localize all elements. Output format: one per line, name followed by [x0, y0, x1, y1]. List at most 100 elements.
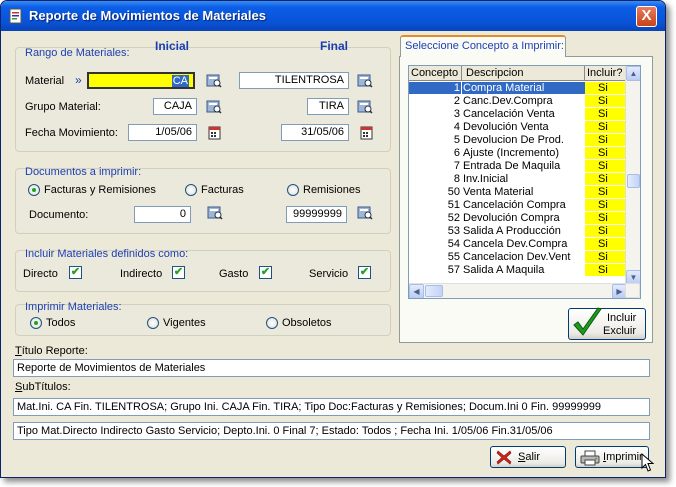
grupo-final-search-icon[interactable]: [357, 99, 373, 114]
table-row[interactable]: 8 Inv.Inicial Si: [409, 173, 627, 186]
title-bar[interactable]: Reporte de Movimientos de Materiales X: [1, 1, 665, 31]
imprimir-label-rest: mprimir: [606, 451, 643, 463]
radio-obsoletos[interactable]: [266, 317, 278, 329]
indirecto-checkbox[interactable]: ✔: [172, 266, 185, 279]
salir-button[interactable]: Salir: [490, 446, 566, 468]
documento-final-input[interactable]: 99999999: [286, 206, 347, 223]
grupo-inicial-search-icon[interactable]: [206, 99, 222, 114]
material-label: Material: [25, 75, 65, 87]
cell-incluir[interactable]: Si: [585, 160, 627, 172]
cell-descripcion: Devolución Venta: [463, 121, 549, 133]
material-arrow: »: [75, 73, 82, 87]
table-row[interactable]: 2 Canc.Dev.Compra Si: [409, 95, 627, 108]
close-button[interactable]: X: [636, 6, 657, 27]
cell-incluir[interactable]: Si: [585, 199, 627, 211]
imprimir-button[interactable]: Imprimir: [575, 446, 649, 468]
table-row[interactable]: 1 Compra Material Si: [409, 82, 627, 95]
table-row[interactable]: 3 Cancelación Venta Si: [409, 108, 627, 121]
gasto-checkbox[interactable]: ✔: [259, 266, 272, 279]
grupo-inicial-input[interactable]: CAJA: [153, 98, 197, 115]
fecha-inicial-input[interactable]: 1/05/06: [128, 124, 197, 141]
cell-concepto: 55: [447, 251, 460, 263]
fecha-label: Fecha Movimiento:: [25, 127, 118, 139]
imprimir-materiales-legend: Imprimir Materiales:: [25, 301, 122, 313]
cell-incluir[interactable]: Si: [585, 238, 627, 250]
fecha-final-calendar-icon[interactable]: [359, 125, 375, 140]
scroll-up-arrow-icon[interactable]: ▲: [626, 66, 640, 81]
radio-obsoletos-label: Obsoletos: [282, 317, 332, 329]
documento-label: Documento:: [29, 209, 89, 221]
table-row[interactable]: 6 Ajuste (Incremento) Si: [409, 147, 627, 160]
cell-incluir[interactable]: Si: [585, 134, 627, 146]
cell-incluir[interactable]: Si: [585, 121, 627, 133]
table-row[interactable]: 53 Salida A Producción Si: [409, 225, 627, 238]
cell-incluir[interactable]: Si: [585, 212, 627, 224]
grupo-final-input[interactable]: TIRA: [307, 98, 349, 115]
cell-incluir[interactable]: Si: [585, 264, 627, 276]
window-title: Reporte de Movimientos de Materiales: [29, 8, 266, 23]
material-final-input[interactable]: TILENTROSA: [239, 72, 349, 89]
incluir-excluir-button[interactable]: Incluir Excluir: [568, 307, 646, 340]
table-row[interactable]: 5 Devolucion De Prod. Si: [409, 134, 627, 147]
documento-inicial-input[interactable]: 0: [134, 206, 191, 223]
scroll-corner-down-icon: [625, 283, 640, 298]
radio-remisiones[interactable]: [287, 184, 299, 196]
cell-concepto: 2: [453, 95, 460, 107]
scroll-left-arrow-icon[interactable]: ◀: [409, 284, 424, 298]
grid-horizontal-scrollbar[interactable]: ◀ ▶: [409, 283, 627, 298]
cell-incluir[interactable]: Si: [585, 225, 627, 237]
col-descripcion-header[interactable]: Descripcion: [462, 66, 585, 81]
table-row[interactable]: 7 Entrada De Maquila Si: [409, 160, 627, 173]
cell-incluir[interactable]: Si: [585, 108, 627, 120]
material-inicial-search-icon[interactable]: [206, 73, 222, 88]
header-inicial: Inicial: [155, 39, 190, 53]
cell-concepto: 8: [453, 173, 460, 185]
concepto-grid[interactable]: Concepto Descripcion Incluir? 1 Compra Ma…: [408, 65, 641, 299]
titulo-label: Título Reporte:: [15, 345, 88, 357]
directo-label: Directo: [23, 268, 58, 280]
incluir-label: Incluir: [607, 312, 637, 324]
table-row[interactable]: 4 Devolución Venta Si: [409, 121, 627, 134]
directo-checkbox[interactable]: ✔: [69, 266, 82, 279]
horizontal-scroll-thumb[interactable]: [425, 285, 443, 297]
table-row[interactable]: 52 Devolución Compra Si: [409, 212, 627, 225]
radio-facturas[interactable]: [185, 184, 197, 196]
cell-incluir[interactable]: Si: [585, 95, 627, 107]
cell-concepto: 50: [447, 186, 460, 198]
titulo-input[interactable]: Reporte de Movimientos de Materiales: [13, 359, 650, 377]
material-final-search-icon[interactable]: [357, 73, 373, 88]
col-concepto-header[interactable]: Concepto: [409, 66, 462, 81]
header-final: Final: [320, 39, 349, 53]
subtitulos-label-rest: ubTítulos:: [22, 381, 71, 393]
table-row[interactable]: 55 Cancelacion Dev.Vent Si: [409, 251, 627, 264]
radio-todos[interactable]: [30, 317, 42, 329]
col-incluir-header[interactable]: Incluir?: [585, 66, 627, 81]
subtitulo-2-input[interactable]: Tipo Mat.Directo Indirecto Gasto Servici…: [13, 422, 650, 440]
documentos-legend: Documentos a imprimir:: [25, 166, 142, 178]
material-inicial-input[interactable]: CA: [87, 72, 195, 89]
table-row[interactable]: 54 Cancela Dev.Compra Si: [409, 238, 627, 251]
documento-final-search-icon[interactable]: [357, 205, 373, 220]
vertical-scroll-thumb[interactable]: [627, 174, 640, 188]
fecha-inicial-calendar-icon[interactable]: [207, 125, 223, 140]
cell-descripcion: Cancelación Compra: [463, 199, 566, 211]
table-row[interactable]: 50 Venta Material Si: [409, 186, 627, 199]
cell-incluir[interactable]: Si: [585, 173, 627, 185]
cell-concepto: 52: [447, 212, 460, 224]
grid-vertical-scrollbar[interactable]: ▲ ▼: [625, 66, 640, 285]
cell-incluir[interactable]: Si: [585, 147, 627, 159]
servicio-checkbox[interactable]: ✔: [358, 266, 371, 279]
cell-incluir[interactable]: Si: [585, 251, 627, 263]
cell-incluir[interactable]: Si: [585, 82, 627, 94]
documento-inicial-search-icon[interactable]: [207, 205, 223, 220]
radio-facturas-remisiones[interactable]: [28, 184, 40, 196]
fecha-final-input[interactable]: 31/05/06: [281, 124, 349, 141]
tab-seleccione-concepto[interactable]: Seleccione Concepto a Imprimir:: [400, 35, 566, 57]
table-row[interactable]: 57 Salida A Maquila Si: [409, 264, 627, 277]
table-row[interactable]: 51 Cancelación Compra Si: [409, 199, 627, 212]
subtitulo-1-input[interactable]: Mat.Ini. CA Fin. TILENTROSA; Grupo Ini. …: [13, 398, 650, 416]
cell-concepto: 57: [447, 264, 460, 276]
cell-incluir[interactable]: Si: [585, 186, 627, 198]
subtitulos-label: SubTítulos:: [15, 381, 71, 393]
radio-vigentes[interactable]: [147, 317, 159, 329]
